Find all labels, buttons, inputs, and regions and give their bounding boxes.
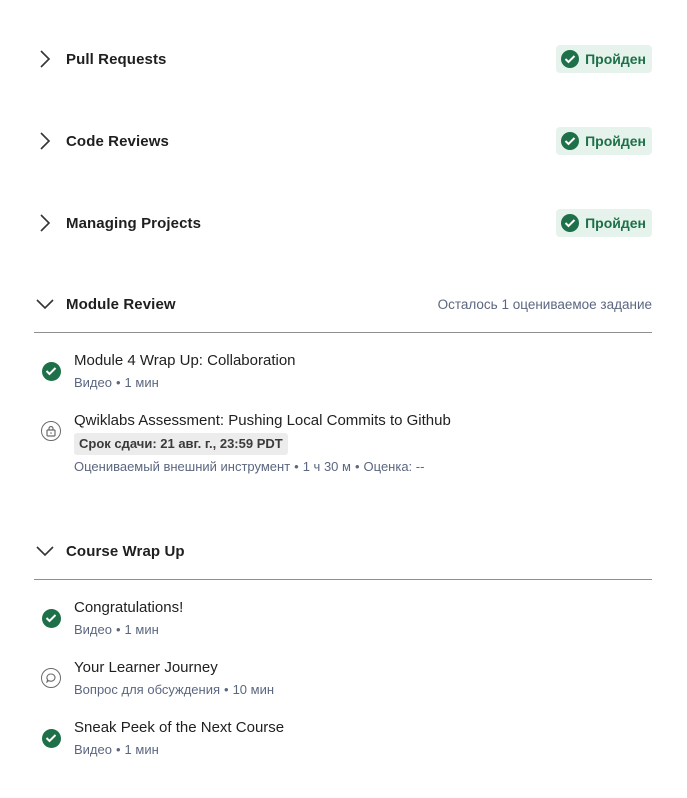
lock-icon xyxy=(41,421,61,441)
module-row-managing-projects[interactable]: Managing Projects Пройден xyxy=(34,208,652,238)
chevron-down-icon[interactable] xyxy=(34,540,56,562)
section-header-module-review[interactable]: Module Review Осталось 1 оцениваемое зад… xyxy=(34,287,652,321)
item-meta: Оцениваемый внешний инструмент • 1 ч 30 м •… xyxy=(74,459,425,474)
chevron-down-icon[interactable] xyxy=(34,293,56,315)
status-badge: Пройден xyxy=(556,127,652,155)
check-circle-icon xyxy=(561,50,580,68)
module-row-pull-requests[interactable]: Pull Requests Пройден xyxy=(34,44,652,74)
section-header-course-wrap-up[interactable]: Course Wrap Up xyxy=(34,534,652,568)
item-title[interactable]: Your Learner Journey xyxy=(74,657,274,679)
discussion-icon xyxy=(41,668,61,688)
status-label: Пройден xyxy=(585,133,646,149)
item-title[interactable]: Sneak Peek of the Next Course xyxy=(74,717,284,739)
item-meta: Видео • 1 мин xyxy=(74,622,159,637)
status-badge: Пройден xyxy=(556,45,652,73)
chevron-right-icon[interactable] xyxy=(34,48,56,70)
course-outline: Pull Requests Пройден Code Reviews Пройд… xyxy=(0,0,687,798)
item-meta: Видео • 1 мин xyxy=(74,742,159,757)
divider xyxy=(34,579,652,580)
chevron-right-icon[interactable] xyxy=(34,212,56,234)
item-duration: 1 мин xyxy=(124,742,159,757)
remaining-graded-count: Осталось 1 оцениваемое задание xyxy=(437,296,652,312)
item-type: Видео xyxy=(74,375,112,390)
item-duration: 1 ч 30 м xyxy=(302,459,351,474)
item-grade: Оценка: -- xyxy=(363,459,425,474)
check-circle-icon xyxy=(561,214,580,232)
module-row-code-reviews[interactable]: Code Reviews Пройден xyxy=(34,126,652,156)
item-duration: 10 мин xyxy=(232,682,275,697)
item-type: Вопрос для обсуждения xyxy=(74,682,221,697)
item-duration: 1 мин xyxy=(124,622,159,637)
status-label: Пройден xyxy=(585,51,646,67)
list-item[interactable]: Your Learner Journey Вопрос для обсужден… xyxy=(40,657,652,701)
item-duration: 1 мин xyxy=(124,375,159,390)
item-title[interactable]: Congratulations! xyxy=(74,597,183,619)
list-item[interactable]: Qwiklabs Assessment: Pushing Local Commi… xyxy=(40,410,652,478)
section-title: Course Wrap Up xyxy=(66,542,185,560)
divider xyxy=(34,332,652,333)
due-date-badge: Срок сдачи: 21 авг. г., 23:59 PDT xyxy=(74,433,288,455)
list-item[interactable]: Sneak Peek of the Next Course Видео • 1 ми… xyxy=(40,717,652,761)
item-meta: Видео • 1 мин xyxy=(74,375,159,390)
list-item[interactable]: Congratulations! Видео • 1 мин xyxy=(40,597,652,641)
module-title: Managing Projects xyxy=(66,214,202,232)
check-circle-icon xyxy=(41,361,61,381)
module-title: Pull Requests xyxy=(66,50,167,68)
module-title: Code Reviews xyxy=(66,132,169,150)
item-meta: Вопрос для обсуждения • 10 мин xyxy=(74,682,275,697)
chevron-right-icon[interactable] xyxy=(34,130,56,152)
check-circle-icon xyxy=(561,132,580,150)
section-title: Module Review xyxy=(66,295,176,313)
check-circle-icon xyxy=(41,608,61,628)
item-title[interactable]: Qwiklabs Assessment: Pushing Local Commi… xyxy=(74,410,451,432)
item-type: Видео xyxy=(74,622,112,637)
check-circle-icon xyxy=(41,728,61,748)
item-type: Оцениваемый внешний инструмент xyxy=(74,459,291,474)
list-item[interactable]: Module 4 Wrap Up: Collaboration Видео • 1 … xyxy=(40,350,652,394)
item-type: Видео xyxy=(74,742,112,757)
status-badge: Пройден xyxy=(556,209,652,237)
status-label: Пройден xyxy=(585,215,646,231)
item-title[interactable]: Module 4 Wrap Up: Collaboration xyxy=(74,350,296,372)
